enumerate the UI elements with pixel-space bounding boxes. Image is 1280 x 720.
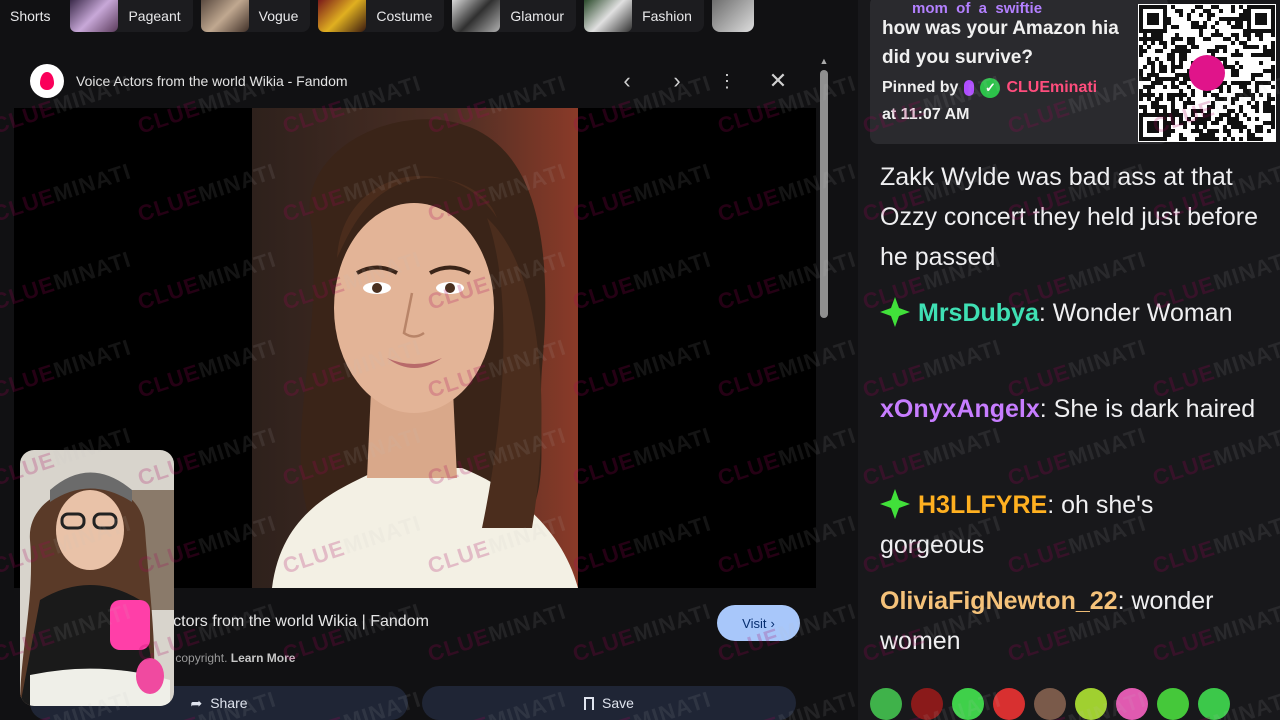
scroll-up-icon[interactable]: ▲ [819,56,829,66]
chat-username[interactable]: OliviaFigNewton_22 [880,587,1118,615]
chip-thumbnail [318,0,367,32]
previous-icon[interactable]: ‹ [612,66,642,96]
chip-thumbnail [584,0,633,32]
qr-code [1138,4,1276,142]
chip-label: Vogue [258,8,299,24]
learn-more-link[interactable]: Learn More [231,651,296,665]
chat-message: xOnyxAngelx: She is dark haired [880,389,1260,429]
chip-thumbnail [70,0,119,32]
chip-label: Shorts [10,8,51,24]
frog-emote-icon[interactable] [952,688,984,720]
chat-message: H3LLFYRE: oh she's gorgeous [880,485,1260,565]
browser-area: Shorts Pageant Vogue Costume Glamour Fas… [0,0,858,720]
chip-thumbnail [200,0,249,32]
chip-fashion[interactable]: Fashion [584,0,704,32]
sparkle-badge-icon [880,489,910,519]
halo-emote-icon[interactable] [1075,688,1107,720]
chat-message: OliviaFigNewton_22: wonder women [880,581,1260,661]
stream-screen: Shorts Pageant Vogue Costume Glamour Fas… [0,0,1280,720]
portrait-illustration [252,108,578,588]
message-text: : Wonder Woman [1038,299,1233,327]
chevron-right-icon: › [770,615,775,631]
save-label: Save [602,695,634,711]
microphone-icon [964,80,975,96]
image-viewer-header: Voice Actors from the world Wikia - Fand… [14,58,814,104]
chat-username[interactable]: MrsDubya [918,299,1039,327]
verified-badge-icon: ✓ [980,78,1001,98]
chip-label: Fashion [642,8,692,24]
alien-emote-icon[interactable] [870,688,902,720]
streamer-webcam [20,450,174,706]
pinned-username: mom_of_a_swiftie [912,0,1043,14]
message-text: Zakk Wylde was bad ass at that Ozzy conc… [880,163,1258,271]
visit-button[interactable]: Visit › [717,605,800,641]
bookmark-icon [584,696,595,710]
viewer-scrollbar[interactable]: ▲ [819,56,829,720]
chip-pageant[interactable]: Pageant [70,0,193,32]
pinned-text-line1: how was your Amazon hia [882,18,1119,39]
sparkle-badge-icon [880,297,910,327]
fandom-logo-icon [30,64,64,98]
pinned-text-line2: did you survive? [882,47,1033,68]
visit-label: Visit [742,615,767,631]
person-emote-icon[interactable] [1034,688,1066,720]
chip-label: Costume [376,8,433,24]
image-caption[interactable]: e Actors from the world Wikia | Fandom [150,613,429,631]
share-label: Share [210,695,248,711]
pinned-time: at 11:07 AM [882,106,970,123]
filter-chip-bar: Shorts Pageant Vogue Costume Glamour Fas… [0,0,858,32]
chip-more-thumbnail[interactable] [711,0,754,32]
pinned-by-label: Pinned by [882,79,959,96]
slime-emote-icon[interactable] [1198,688,1230,720]
source-title: Voice Actors from the world Wikia - Fand… [76,73,348,89]
message-text: : She is dark haired [1039,395,1256,423]
chat-username[interactable]: xOnyxAngelx [880,395,1040,423]
chip-label: Glamour [510,8,565,24]
chip-costume[interactable]: Costume [318,0,445,32]
robot-emote-icon[interactable] [993,688,1025,720]
more-options-icon[interactable]: ⋮ [712,66,742,96]
moderator-name[interactable]: CLUEminati [1006,79,1097,97]
chip-glamour[interactable]: Glamour [452,0,577,32]
glasses-emote-icon[interactable] [1116,688,1148,720]
chip-thumbnail [452,0,501,32]
chat-message: Zakk Wylde was bad ass at that Ozzy conc… [880,157,1260,277]
preview-photo[interactable] [252,108,578,588]
emote-bar [870,688,1270,720]
pinned-by-row: Pinned by ✓ CLUEminati [882,78,1156,98]
chip-label: Pageant [128,8,181,24]
scrollbar-thumb[interactable] [820,70,828,318]
frog-face-emote-icon[interactable] [1157,688,1189,720]
chat-username[interactable]: H3LLFYRE [918,491,1047,519]
share-icon: ➦ [190,694,203,711]
chip-shorts[interactable]: Shorts [2,0,62,32]
pinned-message[interactable]: mom_of_a_swiftie how was your Amazon hia… [870,0,1168,144]
demon-emote-icon[interactable] [911,688,943,720]
save-button[interactable]: Save [422,686,796,720]
chat-message: MrsDubya: Wonder Woman [880,293,1260,333]
next-icon[interactable]: › [662,66,692,96]
close-icon[interactable]: ✕ [763,66,793,96]
chip-vogue[interactable]: Vogue [200,0,311,32]
